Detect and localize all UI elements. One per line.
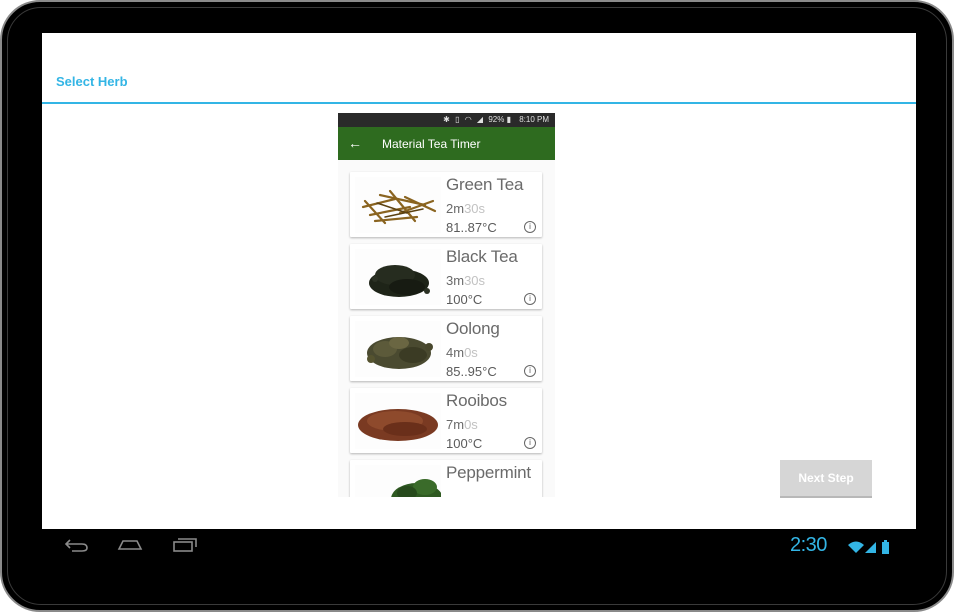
herb-card-black-tea[interactable]: Black Tea 3m30s 100°C i xyxy=(350,244,542,309)
tablet-screen: Select Herb ✱ ▯ ◠ ◢ 92% ▮ 8:10 PM ← Mate… xyxy=(42,33,916,529)
brew-minutes: 3m xyxy=(446,273,465,288)
peppermint-image xyxy=(355,465,441,497)
signal-icon: ◢ xyxy=(476,115,484,124)
brew-seconds: 0s xyxy=(464,417,478,432)
info-icon[interactable]: i xyxy=(524,221,536,233)
recents-icon[interactable] xyxy=(172,537,198,558)
system-status-icons xyxy=(847,539,893,560)
arrow-left-icon[interactable]: ← xyxy=(348,133,362,153)
herb-name: Rooibos xyxy=(446,391,507,410)
brew-temperature: 100°C xyxy=(446,436,483,451)
phone-screenshot: ✱ ▯ ◠ ◢ 92% ▮ 8:10 PM ← Material Tea Tim… xyxy=(338,113,555,497)
app-title: Material Tea Timer xyxy=(382,137,481,151)
brew-temperature: 85..95°C xyxy=(446,364,497,379)
vibrate-icon: ▯ xyxy=(455,115,460,124)
rooibos-image xyxy=(355,393,441,449)
system-clock: 2:30 xyxy=(790,534,827,556)
app-bar: ← Material Tea Timer xyxy=(338,127,555,160)
brew-time: 4m0s xyxy=(446,345,478,360)
info-icon[interactable]: i xyxy=(524,293,536,305)
home-icon[interactable] xyxy=(117,537,143,558)
green-tea-image xyxy=(355,177,441,233)
herb-card-peppermint[interactable]: Peppermint xyxy=(350,460,542,497)
brew-minutes: 4m xyxy=(446,345,465,360)
wifi-icon xyxy=(848,541,864,553)
phone-status-bar: ✱ ▯ ◠ ◢ 92% ▮ 8:10 PM xyxy=(338,113,555,127)
herb-card-rooibos[interactable]: Rooibos 7m0s 100°C i xyxy=(350,388,542,453)
system-nav-bar: 2:30 xyxy=(42,529,916,565)
brew-minutes: 2m xyxy=(446,201,465,216)
title-divider xyxy=(42,102,916,104)
brew-seconds: 0s xyxy=(464,345,478,360)
info-icon[interactable]: i xyxy=(524,437,536,449)
signal-icon xyxy=(865,542,876,553)
herb-card-oolong[interactable]: Oolong 4m0s 85..95°C i xyxy=(350,316,542,381)
battery-icon: ▮ xyxy=(506,115,511,124)
herb-card-green-tea[interactable]: Green Tea 2m30s 81..87°C i xyxy=(350,172,542,237)
battery-icon xyxy=(882,540,889,554)
battery-percent: 92% xyxy=(488,115,505,124)
herb-name: Black Tea xyxy=(446,247,518,266)
brew-temperature: 81..87°C xyxy=(446,220,497,235)
page-title: Select Herb xyxy=(56,74,128,89)
brew-minutes: 7m xyxy=(446,417,465,432)
herb-name: Peppermint xyxy=(446,463,531,482)
back-icon[interactable] xyxy=(64,537,90,558)
herb-name: Green Tea xyxy=(446,175,524,194)
brew-seconds: 30s xyxy=(464,201,486,216)
brew-time: 7m0s xyxy=(446,417,478,432)
wifi-icon: ◠ xyxy=(464,115,472,124)
brew-time: 2m30s xyxy=(446,201,485,216)
next-step-button[interactable]: Next Step xyxy=(780,460,872,498)
brew-seconds: 30s xyxy=(464,273,486,288)
herb-name: Oolong xyxy=(446,319,500,338)
oolong-image xyxy=(355,321,441,377)
info-icon[interactable]: i xyxy=(524,365,536,377)
brew-temperature: 100°C xyxy=(446,292,483,307)
brew-time: 3m30s xyxy=(446,273,485,288)
bluetooth-icon: ✱ xyxy=(443,115,450,124)
phone-time: 8:10 PM xyxy=(519,115,549,124)
black-tea-image xyxy=(355,249,441,305)
